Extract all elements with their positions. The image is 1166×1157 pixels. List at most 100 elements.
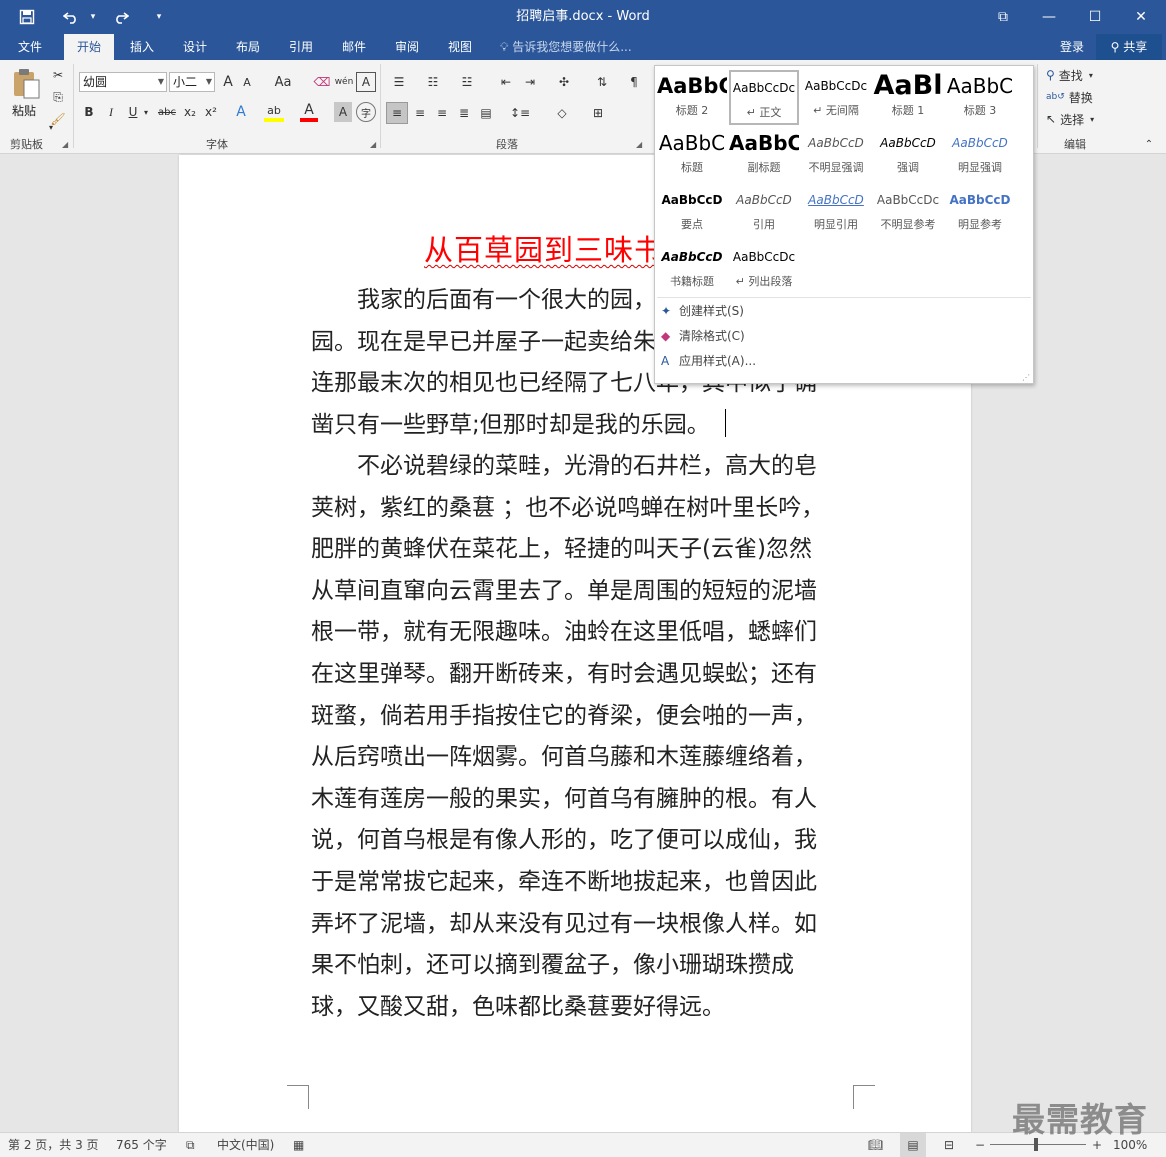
style-quote[interactable]: AaBbCcD 引用 <box>729 184 799 239</box>
collapse-ribbon-icon[interactable]: ⌃ <box>1142 138 1156 150</box>
style-normal[interactable]: AaBbCcDc ↵ 正文 <box>729 70 799 125</box>
show-marks-icon[interactable]: ¶ <box>624 72 644 92</box>
redo-icon[interactable] <box>106 0 136 34</box>
paste-label[interactable]: 粘贴 <box>12 102 36 119</box>
style-intense-emphasis[interactable]: AaBbCcD 明显强调 <box>945 127 1015 182</box>
web-layout-icon[interactable]: ⊟ <box>944 1133 954 1157</box>
minimize-button[interactable]: — <box>1026 0 1072 34</box>
align-center-icon[interactable]: ≡ <box>410 102 430 124</box>
read-mode-icon[interactable]: 📖︎ <box>868 1133 883 1157</box>
font-name-combo[interactable]: 幼圆 ▼ <box>79 72 167 92</box>
undo-icon[interactable] <box>56 0 86 34</box>
multilevel-list-icon[interactable]: ☳ <box>454 72 480 92</box>
clear-formatting-button[interactable]: ◆ 清除格式(C) <box>661 325 745 347</box>
proofing-icon[interactable]: ⧉ <box>186 1133 195 1157</box>
sort-icon[interactable]: ⇅ <box>592 72 612 92</box>
tab-mailings[interactable]: 邮件 <box>332 34 376 60</box>
superscript-button[interactable]: x² <box>202 102 220 122</box>
format-painter-icon[interactable]: 🖌︎ <box>48 110 68 128</box>
create-style-button[interactable]: ✦ 创建样式(S) <box>661 300 744 322</box>
style-subtle-reference[interactable]: AaBbCcDc 不明显参考 <box>873 184 943 239</box>
share-button[interactable]: ⚲ 共享 <box>1096 34 1162 60</box>
paragraph-2[interactable]: 不必说碧绿的菜畦，光滑的石井栏，高大的皂 荚树，紫红的桑葚 ；也不必说鸣蝉在树叶… <box>311 446 841 1028</box>
highlight-button[interactable]: ab <box>264 102 284 122</box>
find-button[interactable]: ⚲ 查找 ▾ <box>1046 66 1108 84</box>
style-heading-2[interactable]: AaBbC 标题 2 <box>657 70 727 125</box>
strikethrough-button[interactable]: abc <box>156 102 178 122</box>
word-count[interactable]: 765 个字 <box>116 1133 167 1157</box>
italic-button[interactable]: I <box>102 102 120 122</box>
font-launcher-icon[interactable]: ◢ <box>370 140 376 149</box>
phonetic-guide-button[interactable]: wén <box>334 72 354 92</box>
style-subtle-emphasis[interactable]: AaBbCcD 不明显强调 <box>801 127 871 182</box>
tab-references[interactable]: 引用 <box>279 34 323 60</box>
clipboard-launcher-icon[interactable]: ◢ <box>62 140 68 149</box>
borders-icon[interactable]: ⊞ <box>584 102 612 124</box>
tab-layout[interactable]: 布局 <box>226 34 270 60</box>
style-subtitle[interactable]: AaBbC 副标题 <box>729 127 799 182</box>
character-shading-button[interactable]: A <box>334 102 352 122</box>
style-book-title[interactable]: AaBbCcD 书籍标题 <box>657 241 727 296</box>
justify-icon[interactable]: ≣ <box>454 102 474 124</box>
zoom-slider[interactable] <box>990 1144 1086 1145</box>
tab-home[interactable]: 开始 <box>64 34 114 61</box>
font-size-combo[interactable]: 小二 ▼ <box>169 72 215 92</box>
ribbon-display-options-icon[interactable]: ⧉ <box>980 0 1026 34</box>
tab-view[interactable]: 视图 <box>438 34 482 60</box>
tab-insert[interactable]: 插入 <box>120 34 164 60</box>
macro-icon[interactable]: ▦ <box>293 1133 304 1157</box>
style-title[interactable]: AaBbC 标题 <box>657 127 727 182</box>
language-indicator[interactable]: 中文(中国) <box>217 1133 274 1157</box>
select-button[interactable]: ↖ 选择 ▾ <box>1046 110 1108 128</box>
cut-icon[interactable]: ✂ <box>48 66 68 84</box>
tab-file[interactable]: 文件 <box>8 34 52 60</box>
clear-formatting-icon[interactable]: ⌫ <box>312 72 332 92</box>
line-spacing-icon[interactable]: ↕≡ <box>506 102 534 124</box>
tab-design[interactable]: 设计 <box>173 34 217 60</box>
save-icon[interactable] <box>12 0 42 34</box>
style-emphasis[interactable]: AaBbCcD 强调 <box>873 127 943 182</box>
style-list-paragraph[interactable]: AaBbCcDc ↵ 列出段落 <box>729 241 799 296</box>
page-count[interactable]: 第 2 页，共 3 页 <box>8 1133 99 1157</box>
distributed-icon[interactable]: ▤ <box>476 102 496 124</box>
shrink-font-button[interactable]: A <box>238 72 256 92</box>
style-heading-1[interactable]: AaBl 标题 1 <box>873 70 943 125</box>
style-intense-reference[interactable]: AaBbCcD 明显参考 <box>945 184 1015 239</box>
subscript-button[interactable]: x₂ <box>181 102 199 122</box>
bold-button[interactable]: B <box>80 102 98 122</box>
apply-styles-button[interactable]: A 应用样式(A)... <box>661 350 756 372</box>
replace-button[interactable]: ab↺ 替换 <box>1046 88 1108 106</box>
font-color-button[interactable]: A <box>300 102 318 122</box>
copy-icon[interactable]: ⎘ <box>48 88 68 106</box>
close-button[interactable]: ✕ <box>1118 0 1164 34</box>
text-effects-button[interactable]: A <box>232 102 250 122</box>
enclose-characters-button[interactable]: 字 <box>356 102 376 122</box>
paste-icon[interactable] <box>11 68 41 100</box>
print-layout-icon[interactable]: ▤ <box>900 1133 926 1157</box>
style-heading-3[interactable]: AaBbC 标题 3 <box>945 70 1015 125</box>
underline-dropdown-icon[interactable]: ▾ <box>141 102 151 122</box>
customize-qat-icon[interactable]: ▾ <box>152 0 166 34</box>
paragraph-launcher-icon[interactable]: ◢ <box>636 140 642 149</box>
style-intense-quote[interactable]: AaBbCcD 明显引用 <box>801 184 871 239</box>
shading-icon[interactable]: ◇ <box>548 102 576 124</box>
resize-grip-icon[interactable]: ⋰ <box>1022 373 1030 382</box>
align-left-icon[interactable]: ≡ <box>386 102 408 124</box>
tab-review[interactable]: 审阅 <box>385 34 429 60</box>
login-link[interactable]: 登录 <box>1060 34 1084 60</box>
increase-indent-icon[interactable]: ⇥ <box>520 72 540 92</box>
decrease-indent-icon[interactable]: ⇤ <box>496 72 516 92</box>
style-strong[interactable]: AaBbCcD 要点 <box>657 184 727 239</box>
change-case-button[interactable]: Aa <box>268 72 298 92</box>
undo-dropdown-icon[interactable]: ▾ <box>86 0 100 34</box>
tell-me-box[interactable]: 💡︎ 告诉我您想要做什么... <box>500 34 632 60</box>
style-no-spacing[interactable]: AaBbCcDc ↵ 无间隔 <box>801 70 871 125</box>
maximize-button[interactable]: ☐ <box>1072 0 1118 34</box>
underline-button[interactable]: U <box>124 102 142 122</box>
bullets-icon[interactable]: ☰ <box>386 72 412 92</box>
character-border-button[interactable]: A <box>356 72 376 92</box>
chinese-layout-icon[interactable]: ✣ <box>550 72 578 92</box>
zoom-out-icon[interactable]: − <box>975 1133 985 1157</box>
numbering-icon[interactable]: ☷ <box>420 72 446 92</box>
align-right-icon[interactable]: ≡ <box>432 102 452 124</box>
